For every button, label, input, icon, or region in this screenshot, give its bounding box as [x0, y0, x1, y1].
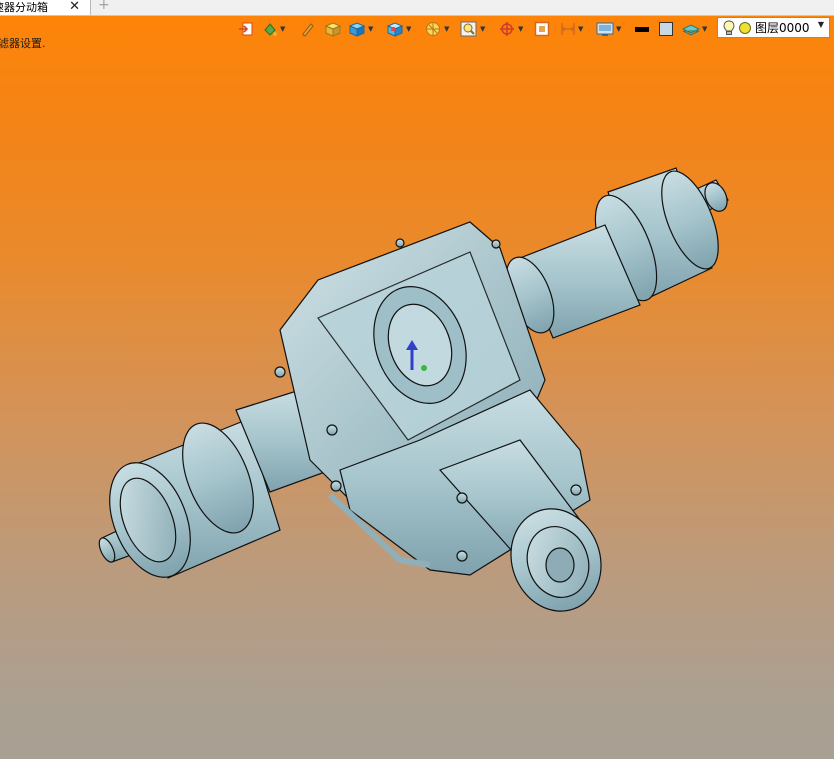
- display-settings-icon[interactable]: ▼: [596, 19, 621, 39]
- chevron-down-icon[interactable]: ▼: [518, 19, 523, 39]
- view-cube-icon[interactable]: ▼: [348, 19, 373, 39]
- document-tab[interactable]: 速器分动箱 ✕: [0, 0, 91, 15]
- status-message: 滤器设置.: [0, 37, 46, 50]
- chevron-down-icon[interactable]: ▼: [578, 19, 583, 39]
- chevron-down-icon[interactable]: ▼: [616, 19, 621, 39]
- document-tab-title: 速器分动箱: [0, 1, 48, 14]
- chevron-down-icon[interactable]: ▼: [444, 19, 449, 39]
- section-view-icon[interactable]: ▼: [424, 19, 449, 39]
- frame-icon[interactable]: [534, 19, 550, 39]
- chevron-down-icon[interactable]: ▼: [406, 19, 411, 39]
- paint-bucket-icon[interactable]: ▼: [262, 19, 285, 39]
- chevron-down-icon[interactable]: ▼: [280, 19, 285, 39]
- layer-selector[interactable]: 图层0000 ▼: [717, 17, 830, 38]
- add-tab-icon[interactable]: +: [98, 0, 110, 13]
- line-color-icon[interactable]: [634, 19, 650, 39]
- chevron-down-icon[interactable]: ▼: [480, 19, 485, 39]
- layer-name: 图层0000: [755, 21, 810, 35]
- shaded-box-icon[interactable]: [324, 19, 342, 39]
- layer-color-dot-icon[interactable]: [738, 21, 752, 35]
- zoom-fit-icon[interactable]: ▼: [460, 19, 485, 39]
- chevron-down-icon[interactable]: ▼: [368, 19, 373, 39]
- gearbox-3d-model[interactable]: [0, 0, 834, 759]
- lightbulb-icon[interactable]: [722, 19, 736, 36]
- layer-icon[interactable]: ▼: [682, 19, 707, 39]
- face-color-icon[interactable]: [658, 19, 674, 39]
- snap-target-icon[interactable]: ▼: [498, 19, 523, 39]
- chevron-down-icon[interactable]: ▼: [818, 20, 824, 29]
- graphics-viewport[interactable]: 速器分动箱 ✕ + 滤器设置. ▼ ▼ ▼ ▼: [0, 0, 834, 759]
- viewport-toolbar: ▼ ▼ ▼ ▼ ▼ ▼ ▼ ▼ ▼: [236, 18, 716, 40]
- document-tab-strip: 速器分动箱 ✕ +: [0, 0, 834, 16]
- exit-sketch-icon[interactable]: [238, 19, 254, 39]
- close-icon[interactable]: ✕: [69, 0, 80, 14]
- pencil-icon[interactable]: [300, 19, 316, 39]
- dimension-icon[interactable]: ▼: [560, 19, 583, 39]
- chevron-down-icon[interactable]: ▼: [702, 19, 707, 39]
- view-orientation-icon[interactable]: ▼: [386, 19, 411, 39]
